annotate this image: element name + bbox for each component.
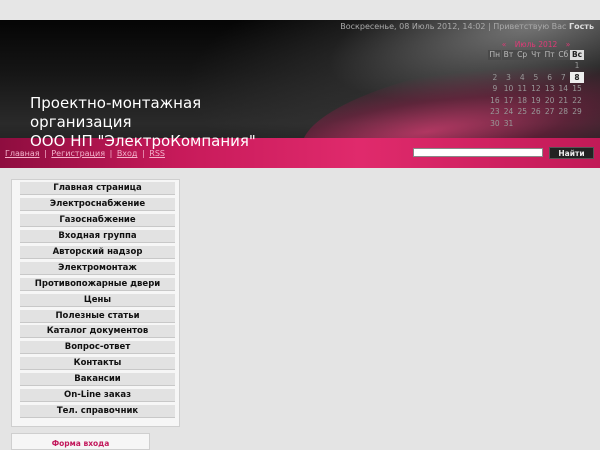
calendar-day[interactable]: 11 [515,83,529,95]
menu-item-fire-doors[interactable]: Противопожарные двери [20,278,175,291]
calendar-next-button[interactable]: » [566,40,571,49]
calendar-day[interactable]: 17 [502,95,516,107]
calendar-day[interactable]: 3 [502,72,516,84]
nav-rss-link[interactable]: RSS [149,149,165,158]
calendar-day[interactable]: 30 [488,118,502,130]
search-button[interactable]: Найти [549,147,594,159]
calendar-day[interactable]: 18 [515,95,529,107]
calendar-day[interactable]: 9 [488,83,502,95]
menu-item-home[interactable]: Главная страница [20,182,175,195]
login-form-title: Форма входа [51,439,110,448]
menu-item-prices[interactable]: Цены [20,294,175,307]
calendar-day[interactable]: 10 [502,83,516,95]
calendar-day[interactable]: 12 [529,83,543,95]
menu-item-contacts[interactable]: Контакты [20,357,175,370]
calendar-day[interactable]: 22 [570,95,584,107]
calendar-day[interactable]: 1 [570,60,584,72]
current-date: Воскресенье, 08 Июль 2012, 14:02 [340,22,486,31]
user-info-line: Воскресенье, 08 Июль 2012, 14:02 | Приве… [340,22,594,31]
menu-item-vacancies[interactable]: Вакансии [20,373,175,386]
calendar-day[interactable]: 28 [556,106,570,118]
calendar-day[interactable]: 20 [543,95,557,107]
menu-item-online-order[interactable]: On-Line заказ [20,389,175,402]
menu-item-documents[interactable]: Каталог документов [20,325,175,338]
calendar-day[interactable]: 23 [488,106,502,118]
calendar-day[interactable]: 14 [556,83,570,95]
calendar-day[interactable]: 24 [502,106,516,118]
username: Гость [568,22,594,31]
calendar-day[interactable]: 19 [529,95,543,107]
site-menu: Главная страница Электроснабжение Газосн… [11,179,180,427]
top-nav-links: Главная | Регистрация | Вход | RSS [5,149,165,158]
calendar-day[interactable]: 2 [488,72,502,84]
menu-item-faq[interactable]: Вопрос-ответ [20,341,175,354]
menu-item-gas-supply[interactable]: Газоснабжение [20,214,175,227]
menu-item-articles[interactable]: Полезные статьи [20,310,175,323]
calendar-day[interactable]: 21 [556,95,570,107]
menu-item-phone-directory[interactable]: Тел. справочник [20,405,175,418]
calendar-day[interactable]: 31 [502,118,516,130]
nav-login-link[interactable]: Вход [117,149,138,158]
calendar-day[interactable]: 25 [515,106,529,118]
calendar-day[interactable]: 15 [570,83,584,95]
calendar-day[interactable]: 6 [543,72,557,84]
calendar-week: 1 [488,60,584,72]
calendar-prev-button[interactable]: « [502,40,507,49]
calendar-header: « Июль 2012 » [488,40,584,50]
calendar-week: 2345678 [488,71,584,84]
calendar-day[interactable]: 29 [570,106,584,118]
calendar-weekdays: Пн Вт Ср Чт Пт Сб Вс [488,50,584,60]
calendar-week: 23 24 25 26 27 28 29 [488,106,584,118]
nav-home-link[interactable]: Главная [5,149,40,158]
calendar: « Июль 2012 » Пн Вт Ср Чт Пт Сб Вс 1 234… [488,40,584,129]
calendar-week: 9 10 11 12 13 14 15 [488,83,584,95]
menu-item-power-supply[interactable]: Электроснабжение [20,198,175,211]
menu-item-entrance-group[interactable]: Входная группа [20,230,175,243]
search-input[interactable] [413,148,543,157]
calendar-day[interactable]: 27 [543,106,557,118]
menu-item-supervision[interactable]: Авторский надзор [20,246,175,259]
nav-register-link[interactable]: Регистрация [51,149,105,158]
calendar-day[interactable]: 5 [529,72,543,84]
calendar-day[interactable]: 26 [529,106,543,118]
calendar-week: 16 17 18 19 20 21 22 [488,95,584,107]
calendar-today[interactable]: 8 [570,71,584,83]
calendar-day[interactable]: 13 [543,83,557,95]
calendar-day[interactable]: 16 [488,95,502,107]
top-strip [0,0,600,20]
calendar-month[interactable]: Июль 2012 [515,40,558,49]
calendar-day[interactable]: 7 [556,72,570,84]
site-title: Проектно-монтажная организация ООО НП "Э… [30,94,256,150]
menu-item-electrical-installation[interactable]: Электромонтаж [20,262,175,275]
calendar-week: 30 31 [488,118,584,130]
login-form-box: Форма входа [11,433,150,450]
calendar-day[interactable]: 4 [515,72,529,84]
greeting-text: Приветствую Вас [493,22,567,31]
